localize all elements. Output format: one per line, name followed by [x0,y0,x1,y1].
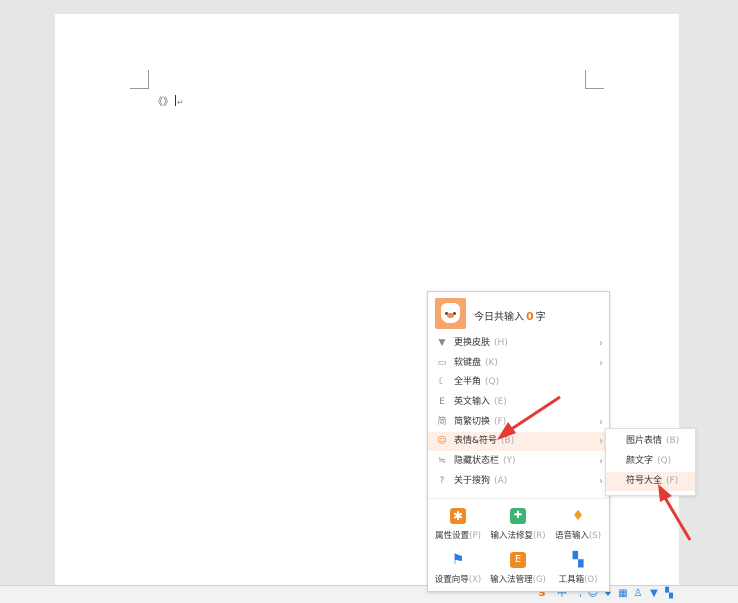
document-content: 《》 [153,97,173,108]
tool-ime-manager[interactable]: E 输入法管理(G) [488,548,548,588]
submenu-item-key: (B) [666,436,680,446]
submenu-item-key: (Q) [657,456,672,466]
count-value: 0 [526,310,534,323]
chevron-right-icon: › [599,358,603,369]
submenu-item-symbol-collection[interactable]: 符号大全 (F) [606,472,695,491]
menu-item-label: 表情&符号 [454,436,498,446]
avatar[interactable] [435,298,466,329]
menu-item-about-sogou[interactable]: ? 关于搜狗 (A) › [428,472,609,491]
repair-icon: ✚ [510,508,526,524]
menu-divider [428,498,609,499]
user-tray-icon[interactable]: ♙ [632,588,644,600]
taskbar: S 中 °, ☺ ♦ ▦ ♙ ▼ ▚ [0,585,738,603]
moon-icon: ☾ [437,377,447,387]
smiley-icon: ☺ [437,436,447,446]
menu-item-label: 更换皮肤 [454,338,491,348]
mic-icon: ♦ [571,508,585,524]
manage-icon: E [510,552,526,568]
toolbox-tray-icon[interactable]: ▚ [663,588,675,600]
menu-item-english-input[interactable]: E 英文输入 (E) [428,393,609,412]
today-input-count: 今日共输入 0 字 [474,308,546,323]
submenu-item-label: 颜文字 [626,456,654,466]
tool-label: 设置向导 [434,575,469,585]
tool-repair[interactable]: ✚ 输入法修复(R) [488,504,548,544]
document-text[interactable]: 《》 ↵ [153,93,184,108]
tool-toolbox[interactable]: ▚ 工具箱(O) [548,548,608,588]
menu-item-label: 隐藏状态栏 [454,456,500,466]
tool-key: (P) [469,531,481,541]
menu-item-soft-keyboard[interactable]: ▭ 软键盘 (K) › [428,354,609,373]
text-cursor [175,95,176,106]
menu-item-key: (B) [501,436,515,446]
tool-key: (X) [468,575,482,585]
chevron-right-icon: › [599,436,603,447]
tool-label: 语音输入 [554,531,589,541]
tool-label: 工具箱 [558,575,585,585]
tool-key: (R) [532,531,546,541]
menu-item-key: (H) [494,338,508,348]
tool-label: 输入法管理 [490,575,533,585]
tool-settings[interactable]: ✱ 属性设置(P) [428,504,488,544]
gear-icon: ✱ [450,508,466,524]
menu-item-key: (Q) [485,377,500,387]
menu-item-label: 英文输入 [454,397,491,407]
tool-label: 属性设置 [435,531,470,541]
tool-key: (G) [532,575,546,585]
submenu-item-picture-emoji[interactable]: 图片表情 (B) [606,432,695,451]
flag-icon: ⚑ [451,552,465,568]
tool-voice-input[interactable]: ♦ 语音输入(S) [548,504,608,544]
menu-item-key: (F) [494,417,507,427]
menu-item-skin[interactable]: ▼ 更换皮肤 (H) › [428,334,609,353]
header-prefix: 今日共输入 [474,312,524,323]
jian-icon: 简 [437,417,447,427]
chevron-right-icon: › [599,456,603,467]
margin-corner-top-left [130,70,149,89]
menu-item-key: (K) [485,358,498,368]
submenu-item-key: (F) [666,476,679,486]
menu-item-label: 全半角 [454,377,482,387]
menu-item-key: (E) [494,397,507,407]
hide-icon: ≒ [438,456,446,466]
header-suffix: 字 [535,312,546,323]
chevron-right-icon: › [599,417,603,428]
margin-corner-top-right [585,70,604,89]
tshirt-icon: ▼ [438,338,446,348]
skin-tray-icon[interactable]: ▼ [648,588,660,600]
menu-item-emoji-symbols[interactable]: ☺ 表情&符号 (B) › [428,432,609,451]
sogou-context-menu: 今日共输入 0 字 ▼ 更换皮肤 (H) › ▭ 软键盘 (K) › ☾ 全半角 (Q) … [427,291,610,592]
menu-item-label: 关于搜狗 [454,476,491,486]
question-icon: ? [439,476,445,486]
english-icon: E [439,397,445,407]
menu-item-label: 简繁切换 [454,417,491,427]
chevron-right-icon: › [599,338,603,349]
keyboard-icon: ▭ [437,358,447,368]
menu-header: 今日共输入 0 字 [428,292,609,334]
submenu-item-label: 图片表情 [626,436,663,446]
paragraph-mark: ↵ [177,98,184,107]
menu-item-key: (Y) [503,456,516,466]
tool-label: 输入法修复 [490,531,533,541]
tool-key: (O) [584,575,598,585]
menu-item-label: 软键盘 [454,358,482,368]
keyboard-tray-icon[interactable]: ▦ [617,588,629,600]
toolbox-icon: ▚ [572,552,584,568]
tool-setup-wizard[interactable]: ⚑ 设置向导(X) [428,548,488,588]
menu-item-key: (A) [494,476,508,486]
menu-item-hide-status-bar[interactable]: ≒ 隐藏状态栏 (Y) › [428,452,609,471]
submenu-item-label: 符号大全 [626,476,663,486]
emoji-submenu: 图片表情 (B) 颜文字 (Q) 符号大全 (F) [605,428,696,496]
tool-key: (S) [588,531,602,541]
chevron-right-icon: › [599,476,603,487]
menu-item-full-half-width[interactable]: ☾ 全半角 (Q) [428,373,609,392]
submenu-item-kaomoji[interactable]: 颜文字 (Q) [606,452,695,471]
menu-item-simplified-traditional[interactable]: 简 简繁切换 (F) › [428,413,609,432]
